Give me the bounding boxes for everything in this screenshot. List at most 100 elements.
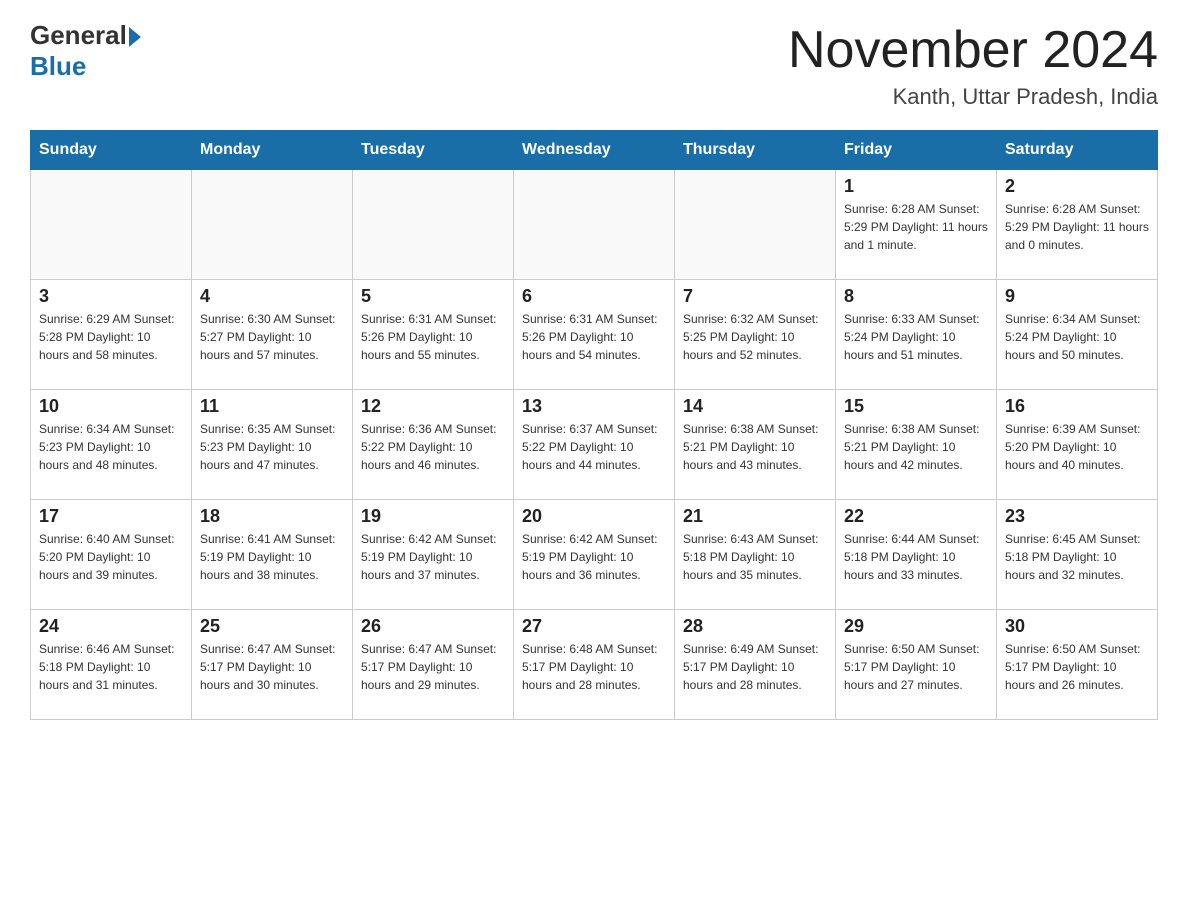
day-info: Sunrise: 6:28 AM Sunset: 5:29 PM Dayligh… <box>1005 200 1149 254</box>
week-row-3: 10 Sunrise: 6:34 AM Sunset: 5:23 PM Dayli… <box>31 390 1158 500</box>
calendar-cell: 6 Sunrise: 6:31 AM Sunset: 5:26 PM Daylig… <box>514 280 675 390</box>
day-info: Sunrise: 6:47 AM Sunset: 5:17 PM Dayligh… <box>200 640 344 694</box>
calendar-cell: 17Sunrise: 6:40 AM Sunset: 5:20 PM Dayli… <box>31 500 192 610</box>
day-info: Sunrise: 6:50 AM Sunset: 5:17 PM Dayligh… <box>1005 640 1149 694</box>
week-row-5: 24Sunrise: 6:46 AM Sunset: 5:18 PM Dayli… <box>31 610 1158 720</box>
day-info: Sunrise: 6:44 AM Sunset: 5:18 PM Dayligh… <box>844 530 988 584</box>
calendar-cell: 12Sunrise: 6:36 AM Sunset: 5:22 PM Dayli… <box>353 390 514 500</box>
day-info: Sunrise: 6:49 AM Sunset: 5:17 PM Dayligh… <box>683 640 827 694</box>
calendar-cell <box>514 170 675 280</box>
day-info: Sunrise: 6:35 AM Sunset: 5:23 PM Dayligh… <box>200 420 344 474</box>
day-info: Sunrise: 6:29 AM Sunset: 5:28 PM Dayligh… <box>39 310 183 364</box>
calendar-table: SundayMondayTuesdayWednesdayThursdayFrid… <box>30 130 1158 720</box>
calendar-cell: 14Sunrise: 6:38 AM Sunset: 5:21 PM Dayli… <box>675 390 836 500</box>
day-number: 3 <box>39 286 183 307</box>
day-info: Sunrise: 6:42 AM Sunset: 5:19 PM Dayligh… <box>522 530 666 584</box>
calendar-header-sunday: Sunday <box>31 131 192 170</box>
calendar-cell: 28 Sunrise: 6:49 AM Sunset: 5:17 PM Dayli… <box>675 610 836 720</box>
day-info: Sunrise: 6:30 AM Sunset: 5:27 PM Dayligh… <box>200 310 344 364</box>
calendar-cell: 26 Sunrise: 6:47 AM Sunset: 5:17 PM Dayli… <box>353 610 514 720</box>
calendar-cell: 18Sunrise: 6:41 AM Sunset: 5:19 PM Dayli… <box>192 500 353 610</box>
calendar-cell: 22 Sunrise: 6:44 AM Sunset: 5:18 PM Dayli… <box>836 500 997 610</box>
day-info: Sunrise: 6:46 AM Sunset: 5:18 PM Dayligh… <box>39 640 183 694</box>
calendar-header-row: SundayMondayTuesdayWednesdayThursdayFrid… <box>31 131 1158 170</box>
title-area: November 2024 Kanth, Uttar Pradesh, Indi… <box>788 20 1158 110</box>
calendar-cell: 21 Sunrise: 6:43 AM Sunset: 5:18 PM Dayli… <box>675 500 836 610</box>
calendar-cell: 13 Sunrise: 6:37 AM Sunset: 5:22 PM Dayli… <box>514 390 675 500</box>
day-number: 16 <box>1005 396 1149 417</box>
day-info: Sunrise: 6:45 AM Sunset: 5:18 PM Dayligh… <box>1005 530 1149 584</box>
day-info: Sunrise: 6:31 AM Sunset: 5:26 PM Dayligh… <box>522 310 666 364</box>
day-number: 7 <box>683 286 827 307</box>
day-info: Sunrise: 6:32 AM Sunset: 5:25 PM Dayligh… <box>683 310 827 364</box>
logo: General Blue <box>30 20 141 82</box>
day-info: Sunrise: 6:33 AM Sunset: 5:24 PM Dayligh… <box>844 310 988 364</box>
calendar-cell: 20 Sunrise: 6:42 AM Sunset: 5:19 PM Dayli… <box>514 500 675 610</box>
calendar-cell: 19 Sunrise: 6:42 AM Sunset: 5:19 PM Dayli… <box>353 500 514 610</box>
calendar-cell: 16Sunrise: 6:39 AM Sunset: 5:20 PM Dayli… <box>997 390 1158 500</box>
calendar-cell: 11 Sunrise: 6:35 AM Sunset: 5:23 PM Dayli… <box>192 390 353 500</box>
day-info: Sunrise: 6:50 AM Sunset: 5:17 PM Dayligh… <box>844 640 988 694</box>
day-number: 26 <box>361 616 505 637</box>
calendar-cell: 7 Sunrise: 6:32 AM Sunset: 5:25 PM Daylig… <box>675 280 836 390</box>
day-info: Sunrise: 6:34 AM Sunset: 5:24 PM Dayligh… <box>1005 310 1149 364</box>
calendar-cell <box>675 170 836 280</box>
calendar-cell: 2Sunrise: 6:28 AM Sunset: 5:29 PM Daylig… <box>997 170 1158 280</box>
day-number: 21 <box>683 506 827 527</box>
day-number: 8 <box>844 286 988 307</box>
day-info: Sunrise: 6:38 AM Sunset: 5:21 PM Dayligh… <box>683 420 827 474</box>
day-number: 4 <box>200 286 344 307</box>
calendar-header-wednesday: Wednesday <box>514 131 675 170</box>
day-number: 27 <box>522 616 666 637</box>
day-info: Sunrise: 6:48 AM Sunset: 5:17 PM Dayligh… <box>522 640 666 694</box>
calendar-cell: 30 Sunrise: 6:50 AM Sunset: 5:17 PM Dayli… <box>997 610 1158 720</box>
calendar-header-tuesday: Tuesday <box>353 131 514 170</box>
calendar-cell: 15 Sunrise: 6:38 AM Sunset: 5:21 PM Dayli… <box>836 390 997 500</box>
day-number: 22 <box>844 506 988 527</box>
day-number: 30 <box>1005 616 1149 637</box>
calendar-cell: 3 Sunrise: 6:29 AM Sunset: 5:28 PM Daylig… <box>31 280 192 390</box>
location-title: Kanth, Uttar Pradesh, India <box>788 84 1158 110</box>
day-info: Sunrise: 6:28 AM Sunset: 5:29 PM Dayligh… <box>844 200 988 254</box>
day-info: Sunrise: 6:31 AM Sunset: 5:26 PM Dayligh… <box>361 310 505 364</box>
day-number: 12 <box>361 396 505 417</box>
day-number: 19 <box>361 506 505 527</box>
day-number: 13 <box>522 396 666 417</box>
day-number: 23 <box>1005 506 1149 527</box>
day-number: 10 <box>39 396 183 417</box>
day-info: Sunrise: 6:38 AM Sunset: 5:21 PM Dayligh… <box>844 420 988 474</box>
day-number: 5 <box>361 286 505 307</box>
calendar-header-thursday: Thursday <box>675 131 836 170</box>
day-number: 28 <box>683 616 827 637</box>
calendar-cell: 24Sunrise: 6:46 AM Sunset: 5:18 PM Dayli… <box>31 610 192 720</box>
day-info: Sunrise: 6:43 AM Sunset: 5:18 PM Dayligh… <box>683 530 827 584</box>
day-info: Sunrise: 6:47 AM Sunset: 5:17 PM Dayligh… <box>361 640 505 694</box>
day-info: Sunrise: 6:34 AM Sunset: 5:23 PM Dayligh… <box>39 420 183 474</box>
logo-arrow-icon <box>129 27 141 47</box>
day-number: 15 <box>844 396 988 417</box>
day-number: 11 <box>200 396 344 417</box>
day-number: 6 <box>522 286 666 307</box>
page-header: General Blue November 2024 Kanth, Uttar … <box>30 20 1158 110</box>
calendar-cell: 4 Sunrise: 6:30 AM Sunset: 5:27 PM Daylig… <box>192 280 353 390</box>
calendar-cell <box>192 170 353 280</box>
month-title: November 2024 <box>788 20 1158 80</box>
day-info: Sunrise: 6:42 AM Sunset: 5:19 PM Dayligh… <box>361 530 505 584</box>
week-row-1: 1 Sunrise: 6:28 AM Sunset: 5:29 PM Daylig… <box>31 170 1158 280</box>
calendar-header-friday: Friday <box>836 131 997 170</box>
calendar-cell: 9Sunrise: 6:34 AM Sunset: 5:24 PM Daylig… <box>997 280 1158 390</box>
logo-general-text: General <box>30 20 141 51</box>
calendar-cell <box>31 170 192 280</box>
calendar-cell: 8 Sunrise: 6:33 AM Sunset: 5:24 PM Daylig… <box>836 280 997 390</box>
day-info: Sunrise: 6:37 AM Sunset: 5:22 PM Dayligh… <box>522 420 666 474</box>
week-row-4: 17Sunrise: 6:40 AM Sunset: 5:20 PM Dayli… <box>31 500 1158 610</box>
day-number: 1 <box>844 176 988 197</box>
calendar-cell: 1 Sunrise: 6:28 AM Sunset: 5:29 PM Daylig… <box>836 170 997 280</box>
day-number: 20 <box>522 506 666 527</box>
calendar-cell: 25Sunrise: 6:47 AM Sunset: 5:17 PM Dayli… <box>192 610 353 720</box>
day-number: 29 <box>844 616 988 637</box>
calendar-cell: 29 Sunrise: 6:50 AM Sunset: 5:17 PM Dayli… <box>836 610 997 720</box>
week-row-2: 3 Sunrise: 6:29 AM Sunset: 5:28 PM Daylig… <box>31 280 1158 390</box>
calendar-cell: 10 Sunrise: 6:34 AM Sunset: 5:23 PM Dayli… <box>31 390 192 500</box>
day-info: Sunrise: 6:40 AM Sunset: 5:20 PM Dayligh… <box>39 530 183 584</box>
